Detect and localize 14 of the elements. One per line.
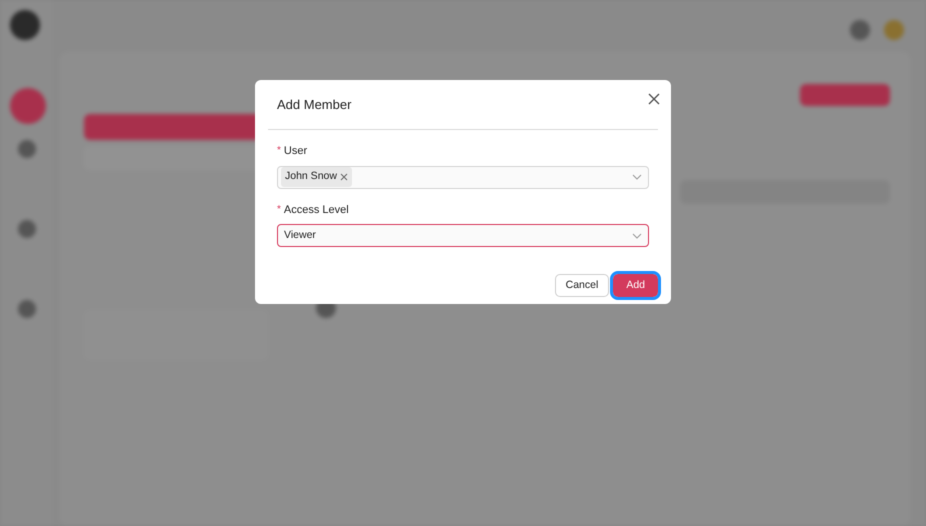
required-mark: * [277, 144, 281, 158]
field-label: Access Level [284, 202, 349, 218]
selected-value: Viewer [284, 228, 316, 243]
dialog-title: Add Member [277, 96, 352, 114]
add-button[interactable]: Add [613, 274, 658, 297]
cancel-button[interactable]: Cancel [554, 274, 610, 297]
field-label: User [284, 144, 308, 159]
user-select-field[interactable]: John Snow [277, 166, 649, 188]
chevron-down-icon [632, 232, 642, 238]
access-level-select[interactable]: Viewer [277, 224, 649, 247]
required-mark: * [277, 202, 281, 216]
chevron-down-icon [632, 174, 642, 180]
remove-icon[interactable] [340, 173, 348, 181]
user-tag[interactable]: John Snow [281, 167, 352, 187]
